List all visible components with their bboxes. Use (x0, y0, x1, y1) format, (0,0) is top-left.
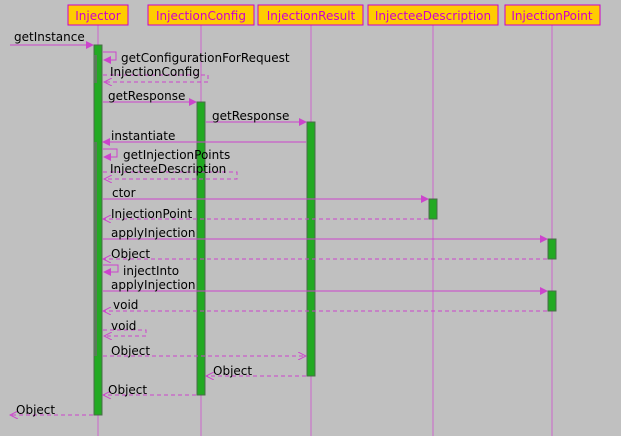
return-object-2-label: Object (111, 344, 150, 358)
message-get-injection-points-label: getInjectionPoints (123, 148, 230, 162)
participant-injection-point-label: InjectionPoint (511, 9, 593, 23)
participant-injection-result[interactable]: InjectionResult (257, 4, 364, 26)
activation-injection-result (306, 121, 316, 377)
return-void-1-label: void (113, 298, 138, 312)
message-inject-into-arrow (103, 264, 119, 276)
return-injectee-description-label: InjecteeDescription (110, 162, 226, 176)
participant-injectee-description-label: InjecteeDescription (375, 9, 491, 23)
message-get-injection-points-arrow (103, 148, 118, 161)
sequence-diagram: Injector InjectionConfig InjectionResult… (0, 4, 601, 436)
message-apply-injection-2-label: applyInjection (111, 278, 195, 292)
activation-injector-nested-instantiate (94, 142, 97, 356)
participant-injector-label: Injector (75, 9, 121, 23)
return-void-2-label: void (111, 319, 136, 333)
return-object-4-label: Object (108, 383, 147, 397)
activation-injector-nested-config (94, 55, 97, 83)
message-get-instance-label: getInstance (14, 30, 85, 44)
message-get-configuration-arrow (103, 51, 117, 64)
return-object-3-label: Object (213, 364, 252, 378)
participant-injection-config[interactable]: InjectionConfig (147, 4, 255, 26)
return-object-1-label: Object (111, 247, 150, 261)
activation-injectee-description (428, 198, 438, 220)
message-get-response-label: getResponse (108, 89, 185, 103)
activation-injection-config (196, 101, 206, 396)
participant-injection-config-label: InjectionConfig (156, 9, 246, 23)
participant-injection-result-label: InjectionResult (267, 9, 356, 23)
message-get-response-2-label: getResponse (212, 109, 289, 123)
return-injection-config-label: InjectionConfig (110, 65, 200, 79)
message-apply-injection-label: applyInjection (111, 226, 195, 240)
message-ctor-label: ctor (112, 186, 136, 200)
return-injection-point-label: InjectionPoint (111, 207, 193, 221)
message-get-configuration-label: getConfigurationForRequest (121, 51, 290, 65)
participant-injection-point[interactable]: InjectionPoint (504, 4, 601, 26)
message-instantiate-label: instantiate (111, 129, 175, 143)
message-inject-into-label: injectInto (123, 264, 179, 278)
activation-injection-point-2 (547, 290, 557, 312)
return-object-5-label: Object (16, 403, 55, 417)
participant-injector[interactable]: Injector (67, 4, 129, 26)
activation-injection-point-1 (547, 238, 557, 260)
participant-injectee-description[interactable]: InjecteeDescription (367, 4, 499, 26)
